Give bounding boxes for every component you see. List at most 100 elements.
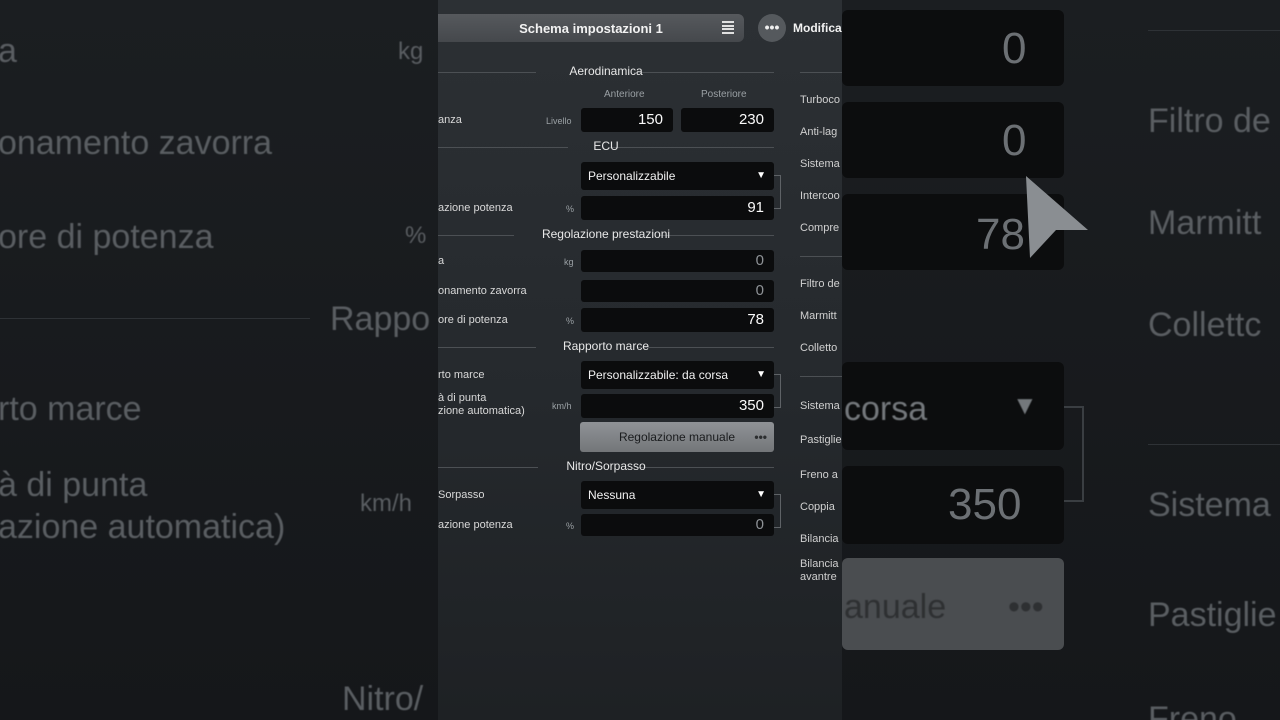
dropdown-arrow-icon: ▼	[756, 489, 766, 500]
power-adjust-field[interactable]: 91	[581, 196, 774, 220]
ghost-text: anuale	[844, 588, 947, 626]
ghost-dots-icon: •••	[1008, 588, 1044, 626]
ghost-text: Marmitt	[1148, 204, 1262, 242]
ecu-select-value: Personalizzabile	[588, 169, 676, 183]
section-title: Nitro/Sorpasso	[566, 459, 646, 473]
ghost-text: onamento zavorra	[0, 124, 273, 162]
ghost-text: Filtro de	[1148, 102, 1271, 140]
ghost-field	[842, 102, 1064, 178]
ghost-text: ore di potenza	[0, 218, 214, 256]
top-speed-label-line2: zione automatica)	[438, 405, 525, 417]
gear-ratio-label: rto marce	[438, 369, 485, 381]
section-title: Aerodinamica	[569, 64, 643, 78]
right-item: Compre	[800, 222, 840, 234]
ghost-text: %	[405, 222, 427, 249]
ghost-cursor-icon	[1026, 176, 1088, 258]
column-front: Anteriore	[604, 89, 645, 100]
ghost-divider	[1148, 30, 1280, 31]
right-item: Sistema	[800, 400, 840, 412]
manual-adjust-label: Regolazione manuale	[618, 430, 736, 444]
top-speed-unit: km/h	[552, 401, 572, 411]
nitro-power-unit: %	[566, 521, 575, 531]
transmission-select[interactable]: Personalizzabile: da corsa ▼	[581, 361, 774, 389]
ghost-text: 350	[948, 480, 1022, 529]
top-speed-label-line1: à di punta	[438, 392, 487, 404]
modify-label[interactable]: Modifica	[793, 21, 842, 35]
section-title: Rapporto marce	[562, 339, 650, 353]
ghost-text: Pastiglie	[1148, 596, 1277, 634]
ghost-text: 0	[1002, 24, 1027, 73]
divider	[800, 72, 842, 73]
nitro-power-label: azione potenza	[438, 519, 513, 531]
more-options-button[interactable]: •••	[758, 14, 786, 42]
right-item: Intercoo	[800, 190, 840, 202]
nitro-select[interactable]: Nessuna ▼	[581, 481, 774, 509]
top-speed-field[interactable]: 350	[581, 394, 774, 418]
list-icon[interactable]	[722, 21, 734, 34]
power-restrictor-unit: %	[566, 316, 575, 326]
power-adjust-label: azione potenza	[438, 202, 513, 214]
ghost-text: Sistema	[1148, 486, 1271, 524]
ballast-field[interactable]: 0	[581, 250, 774, 272]
ghost-text: Collettc	[1148, 306, 1262, 344]
ghost-field	[842, 10, 1064, 86]
power-restrictor-field[interactable]: 78	[581, 308, 774, 332]
section-nitro: Nitro/Sorpasso	[438, 459, 774, 475]
column-rear: Posteriore	[701, 89, 747, 100]
right-item: Coppia	[800, 501, 835, 513]
settings-panel: Schema impostazioni 1 ••• Modifica Aerod…	[438, 0, 842, 720]
background-right: 0 0 78 Filtro de Marmitt Collettc corsa …	[842, 0, 1280, 720]
ghost-text: à di punta	[0, 466, 148, 504]
sheet-selector[interactable]: Schema impostazioni 1	[438, 14, 744, 42]
section-aerodynamics: Aerodinamica	[438, 64, 774, 80]
dropdown-arrow-icon: ▼	[756, 369, 766, 380]
right-item: Bilancia	[800, 533, 839, 545]
downforce-unit: Livello	[546, 116, 572, 126]
ghost-text: azione automatica)	[0, 508, 286, 546]
sheet-title: Schema impostazioni 1	[519, 20, 663, 36]
ghost-text: Rappo	[330, 300, 431, 338]
right-item: Anti-lag	[800, 126, 838, 138]
ghost-text: kg	[398, 38, 424, 65]
more-dots-icon: •••	[754, 430, 767, 444]
ghost-divider	[1148, 444, 1280, 445]
nitro-select-value: Nessuna	[588, 488, 636, 502]
ghost-text: corsa	[844, 390, 928, 428]
ghost-arrow-icon: ▼	[1012, 390, 1038, 420]
link-bracket	[774, 175, 781, 209]
nitro-power-field[interactable]: 0	[581, 514, 774, 536]
right-item: Colletto	[800, 342, 838, 354]
ghost-text: 0	[1002, 116, 1027, 165]
link-bracket	[774, 374, 781, 408]
right-item: avantre	[800, 571, 837, 583]
ballast-position-label: onamento zavorra	[438, 285, 527, 297]
dropdown-arrow-icon: ▼	[756, 170, 766, 181]
power-restrictor-label: ore di potenza	[438, 314, 508, 326]
ghost-text: rto marce	[0, 390, 142, 428]
ballast-unit: kg	[564, 257, 574, 267]
power-adjust-unit: %	[566, 204, 575, 214]
divider	[800, 256, 842, 257]
section-ecu: ECU	[438, 139, 774, 155]
right-item: Freno a	[800, 469, 838, 481]
ghost-text: Freno	[1148, 700, 1237, 720]
section-title: Regolazione prestazioni	[541, 227, 671, 241]
downforce-label: anza	[438, 114, 462, 126]
right-item: Bilancia	[800, 558, 839, 570]
link-bracket	[774, 494, 781, 528]
ghost-text: km/h	[360, 490, 413, 517]
right-item: Sistema	[800, 158, 840, 170]
ballast-position-field[interactable]: 0	[581, 280, 774, 302]
background-left: a kg onamento zavorra ore di potenza % R…	[0, 0, 438, 720]
ballast-label: a	[438, 255, 445, 267]
ghost-text: Nitro/	[342, 680, 424, 718]
ghost-divider	[0, 318, 310, 319]
transmission-select-value: Personalizzabile: da corsa	[588, 368, 729, 382]
ecu-select[interactable]: Personalizzabile ▼	[581, 162, 774, 190]
right-item: Turboco	[800, 94, 840, 106]
manual-adjust-button[interactable]: Regolazione manuale •••	[580, 422, 774, 452]
downforce-front-field[interactable]: 150	[581, 108, 673, 132]
ghost-text: a	[0, 32, 17, 70]
downforce-rear-field[interactable]: 230	[681, 108, 774, 132]
section-title: ECU	[593, 139, 619, 153]
